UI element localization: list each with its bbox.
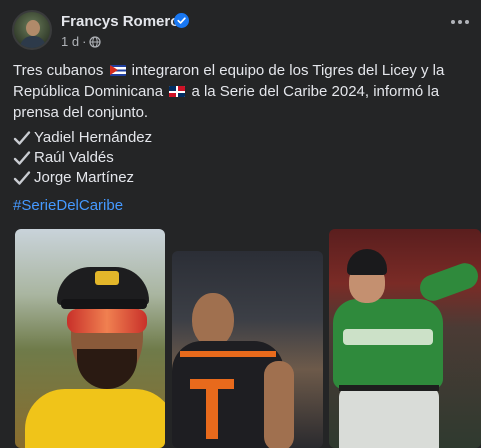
avatar-body <box>20 36 46 48</box>
list-item: Jorge Martínez <box>13 168 152 188</box>
player-sunglasses <box>67 309 147 333</box>
dominican-republic-flag-icon <box>169 86 186 97</box>
player-cap <box>347 249 387 275</box>
cap-brim <box>61 299 147 309</box>
jersey-stripe <box>180 351 276 357</box>
player-name: Yadiel Hernández <box>34 129 153 146</box>
post-text-part-1: Tres cubanos <box>13 62 104 79</box>
check-mark-icon <box>13 171 31 185</box>
player-pants <box>339 387 439 448</box>
more-dot <box>465 20 469 24</box>
player-name: Jorge Martínez <box>34 169 135 186</box>
post-text: Tres cubanos integraron el equipo de los… <box>13 60 475 123</box>
verified-badge-icon <box>174 13 189 28</box>
list-item: Raúl Valdés <box>13 148 152 168</box>
facebook-post: Francys Romero 1 d · Tres cubanos integr… <box>0 0 481 448</box>
player-head <box>192 293 234 347</box>
player-shirt <box>25 389 165 448</box>
author-name[interactable]: Francys Romero <box>61 13 179 30</box>
photo-player-3[interactable] <box>329 229 481 448</box>
player-arm <box>264 361 294 448</box>
player-belt <box>339 385 439 391</box>
post-timestamp[interactable]: 1 d <box>61 34 79 49</box>
avatar-face <box>26 20 40 36</box>
check-mark-icon <box>13 151 31 165</box>
cuba-flag-icon <box>109 65 126 76</box>
photo-player-1[interactable] <box>15 229 165 448</box>
check-mark-icon <box>13 131 31 145</box>
jersey-letter-stem <box>206 379 218 439</box>
list-item: Yadiel Hernández <box>13 128 152 148</box>
jersey-lettering <box>343 329 433 345</box>
player-list: Yadiel Hernández Raúl Valdés Jorge Martí… <box>13 128 152 188</box>
author-avatar[interactable] <box>12 10 52 50</box>
photo-player-2[interactable] <box>172 251 323 448</box>
player-arm <box>416 259 481 305</box>
player-name: Raúl Valdés <box>34 149 114 166</box>
more-dot <box>451 20 455 24</box>
cap-logo <box>95 271 119 285</box>
more-options-icon[interactable] <box>449 14 471 30</box>
hashtag-link[interactable]: #SerieDelCaribe <box>13 197 123 214</box>
post-meta: 1 d · <box>61 34 102 49</box>
more-dot <box>458 20 462 24</box>
globe-icon[interactable] <box>89 35 102 48</box>
player-beard <box>77 349 137 389</box>
meta-separator: · <box>82 34 87 49</box>
